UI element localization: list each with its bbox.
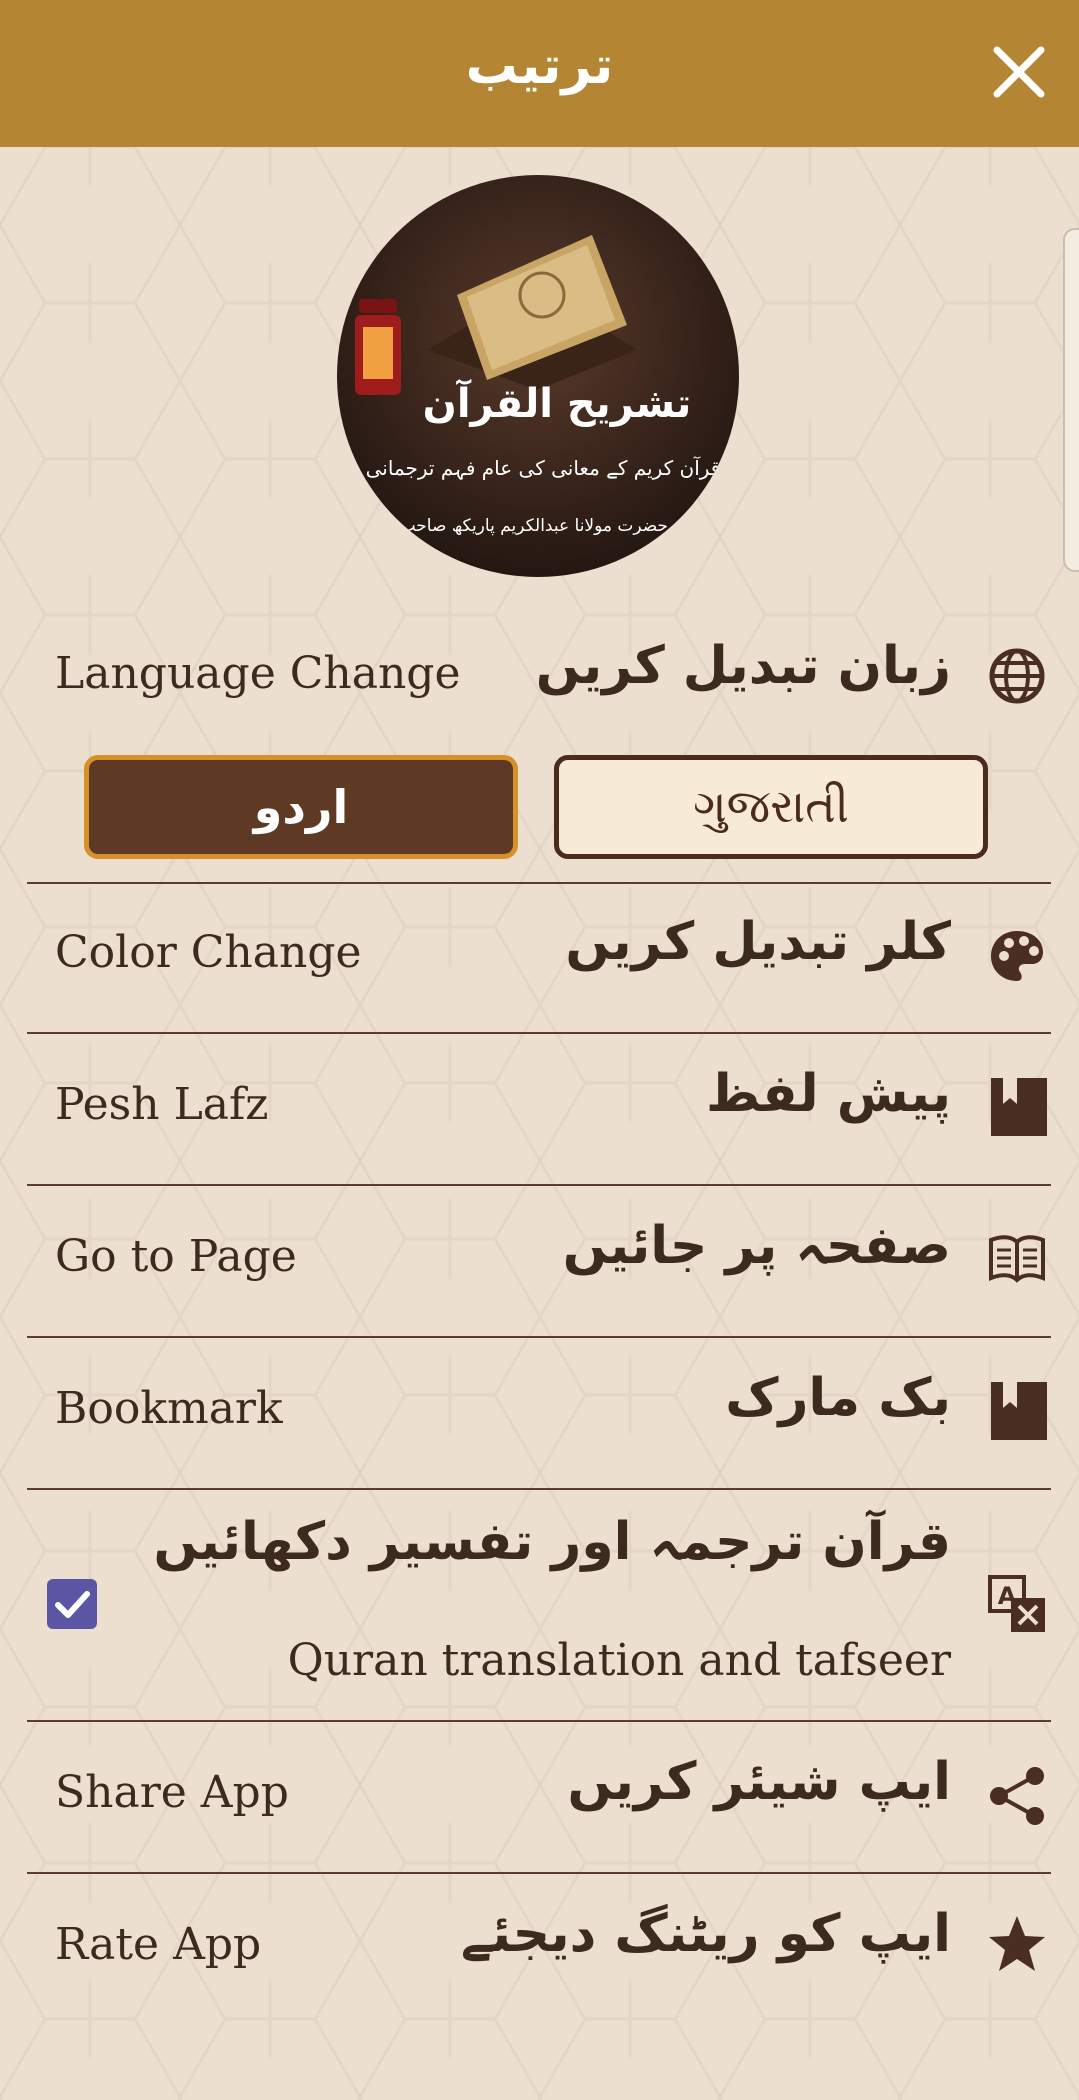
language-label-en: Language Change (55, 648, 461, 699)
rate-app-label-ur: ایپ کو ریٹنگ دیجئے (460, 1904, 951, 1964)
language-label-ur: زبان تبدیل کریں (535, 636, 951, 696)
share-app-label-ur: ایپ شیئر کریں (567, 1752, 951, 1812)
app-logo: تشریح القرآن قرآن کریم کے معانی کی عام ف… (337, 175, 739, 577)
side-scroll-handle[interactable] (1063, 228, 1079, 572)
app-header: ترتیب (0, 0, 1079, 147)
pesh-lafz-row[interactable]: Pesh Lafz پیش لفظ (27, 1034, 1051, 1186)
translation-checkbox[interactable] (47, 1579, 97, 1629)
urdu-language-button[interactable]: اردو (84, 755, 518, 859)
color-change-label-ur: کلر تبدیل کریں (565, 912, 951, 972)
page-title: ترتیب (465, 36, 614, 96)
go-to-page-row[interactable]: Go to Page صفحہ پر جائیں (27, 1186, 1051, 1338)
logo-title: تشریح القرآن (423, 378, 692, 427)
translation-toggle-row[interactable]: قرآن ترجمہ اور تفسیر دکھائیں Quran trans… (27, 1490, 1051, 1722)
go-to-page-label-en: Go to Page (55, 1231, 297, 1282)
logo-author: از حضرت مولانا عبدالکریم پاریکھ صاحب (400, 516, 687, 536)
gujarati-language-label: ગુજરાતી (693, 779, 849, 833)
translation-label-en: Quran translation and tafseer (287, 1635, 951, 1686)
gujarati-language-button[interactable]: ગુજરાતી (554, 755, 988, 859)
globe-icon (989, 648, 1045, 704)
share-app-label-en: Share App (55, 1767, 289, 1818)
bookmark-icon (991, 1078, 1047, 1136)
checkmark-icon (55, 1591, 90, 1618)
bookmark-label-ur: بک مارک (725, 1368, 951, 1428)
go-to-page-label-ur: صفحہ پر جائیں (562, 1216, 951, 1276)
translation-label-ur: قرآن ترجمہ اور تفسیر دکھائیں (153, 1512, 951, 1572)
palette-icon (991, 931, 1043, 981)
urdu-language-label: اردو (253, 780, 349, 834)
rate-app-row[interactable]: Rate App ایپ کو ریٹنگ دیجئے (27, 1874, 1051, 2024)
share-icon (990, 1767, 1044, 1825)
translate-icon: A (988, 1575, 1045, 1632)
open-book-icon (989, 1235, 1045, 1283)
pesh-lafz-label-en: Pesh Lafz (55, 1079, 269, 1130)
logo-subtitle: قرآن کریم کے معانی کی عام فہم ترجمانی (366, 455, 721, 480)
rate-app-label-en: Rate App (55, 1919, 262, 1970)
color-change-row[interactable]: Color Change کلر تبدیل کریں (27, 882, 1051, 1034)
bookmark-row[interactable]: Bookmark بک مارک (27, 1338, 1051, 1490)
bookmark-icon (991, 1382, 1047, 1440)
close-icon[interactable] (987, 40, 1051, 104)
color-change-label-en: Color Change (55, 927, 362, 978)
bookmark-label-en: Bookmark (55, 1383, 283, 1434)
share-app-row[interactable]: Share App ایپ شیئر کریں (27, 1722, 1051, 1874)
pesh-lafz-label-ur: پیش لفظ (706, 1064, 951, 1124)
star-icon (989, 1916, 1045, 1971)
